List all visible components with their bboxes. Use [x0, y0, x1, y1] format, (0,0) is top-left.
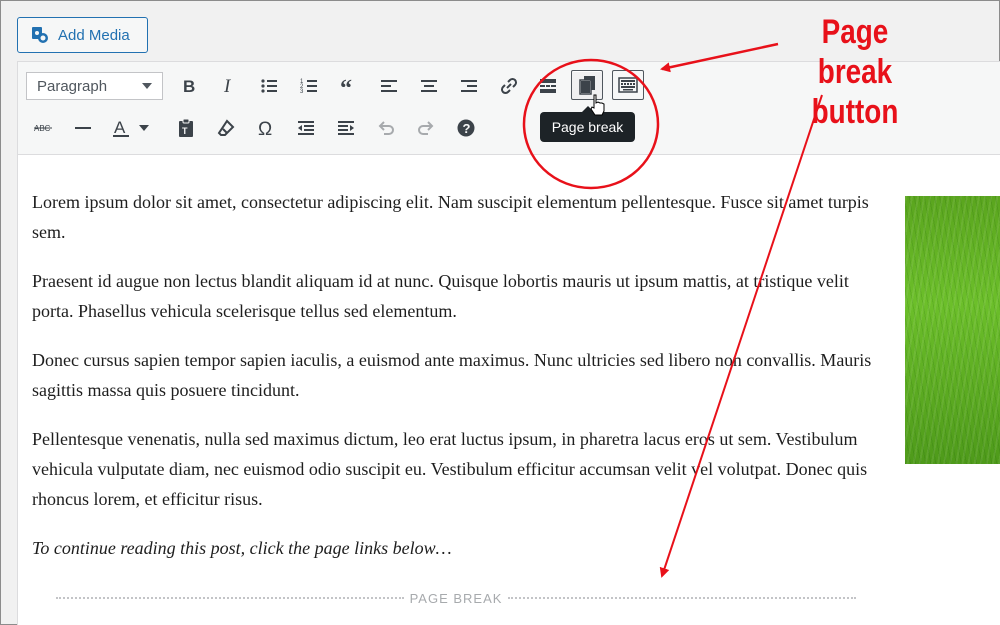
strikethrough-button[interactable]: ABC	[27, 113, 59, 143]
media-icon	[32, 27, 48, 43]
outdent-icon	[298, 121, 314, 135]
page-break-button[interactable]	[571, 70, 603, 100]
paragraph-1: Lorem ipsum dolor sit amet, consectetur …	[32, 192, 869, 242]
bold-icon: B	[183, 77, 195, 96]
bullet-list-icon	[261, 79, 277, 93]
svg-text:A: A	[114, 118, 126, 137]
page-break-marker[interactable]: PAGE BREAK	[56, 590, 856, 606]
horizontal-line-button[interactable]	[67, 113, 99, 143]
annotation-line-1: Page break	[817, 13, 893, 91]
annotation-line-2: button	[811, 93, 899, 131]
svg-text:B: B	[183, 77, 195, 96]
svg-text:T: T	[182, 126, 188, 136]
link-icon	[500, 77, 518, 95]
add-media-button[interactable]: Add Media	[17, 17, 148, 53]
paragraph-5: To continue reading this post, click the…	[32, 538, 452, 558]
paragraph-2: Praesent id augue non lectus blandit ali…	[32, 271, 849, 321]
indent-button[interactable]	[330, 113, 362, 143]
svg-text:3: 3	[300, 89, 304, 95]
svg-text:Ω: Ω	[258, 119, 272, 138]
align-center-button[interactable]	[413, 71, 445, 101]
format-select[interactable]: Paragraph	[26, 72, 163, 100]
grass-image[interactable]	[905, 196, 1000, 464]
paste-text-icon: T	[179, 118, 193, 137]
svg-text:I: I	[223, 76, 232, 96]
page-break-tooltip: Page break	[540, 106, 635, 142]
help-icon: ?	[457, 119, 475, 137]
strikethrough-icon: ABC	[34, 124, 52, 133]
blockquote-icon: “	[340, 76, 352, 96]
numbered-list-icon: 123	[300, 79, 317, 95]
align-center-icon	[421, 80, 437, 92]
undo-icon	[378, 121, 394, 135]
toolbar-toggle-button[interactable]	[612, 70, 644, 100]
chevron-down-icon	[139, 125, 149, 131]
italic-icon: I	[223, 76, 232, 96]
bold-button[interactable]: B	[173, 71, 205, 101]
indent-icon	[338, 121, 354, 135]
svg-text:?: ?	[463, 121, 471, 136]
page-break-label: PAGE BREAK	[409, 590, 503, 606]
outdent-button[interactable]	[290, 113, 322, 143]
page-break-icon	[579, 76, 595, 95]
align-right-icon	[461, 80, 477, 92]
blockquote-button[interactable]: “	[333, 71, 365, 101]
undo-button[interactable]	[370, 113, 402, 143]
link-button[interactable]	[493, 71, 525, 101]
redo-button[interactable]	[410, 113, 442, 143]
clear-formatting-button[interactable]	[210, 113, 242, 143]
svg-text:“: “	[340, 76, 352, 96]
page-break-line-left	[56, 597, 404, 599]
read-more-icon	[540, 79, 556, 93]
align-left-button[interactable]	[373, 71, 405, 101]
clear-formatting-icon	[217, 119, 235, 136]
text-color-button[interactable]: A	[106, 113, 154, 143]
text-color-icon: A	[113, 118, 129, 137]
add-media-label: Add Media	[58, 26, 130, 44]
editor: Paragraph B I 123 “ ABC A T Ω ? Page bre…	[17, 61, 1000, 625]
read-more-button[interactable]	[532, 71, 564, 101]
italic-button[interactable]: I	[213, 71, 245, 101]
redo-icon	[418, 121, 434, 135]
toolbar-toggle-icon	[618, 77, 638, 93]
numbered-list-button[interactable]: 123	[293, 71, 325, 101]
page-break-line-right	[508, 597, 856, 599]
special-character-icon: Ω	[258, 119, 272, 138]
align-right-button[interactable]	[453, 71, 485, 101]
paragraph-4: Pellentesque venenatis, nulla sed maximu…	[32, 429, 868, 509]
horizontal-line-icon	[75, 127, 91, 129]
special-character-button[interactable]: Ω	[250, 113, 282, 143]
annotation-label: Page break button	[785, 12, 924, 132]
align-left-icon	[381, 80, 397, 92]
editor-content[interactable]: Lorem ipsum dolor sit amet, consectetur …	[32, 187, 877, 582]
bullet-list-button[interactable]	[253, 71, 285, 101]
help-button[interactable]: ?	[450, 113, 482, 143]
paste-text-button[interactable]: T	[170, 113, 202, 143]
format-select-value: Paragraph	[37, 77, 108, 95]
paragraph-3: Donec cursus sapien tempor sapien iaculi…	[32, 350, 872, 400]
chevron-down-icon	[142, 83, 152, 89]
